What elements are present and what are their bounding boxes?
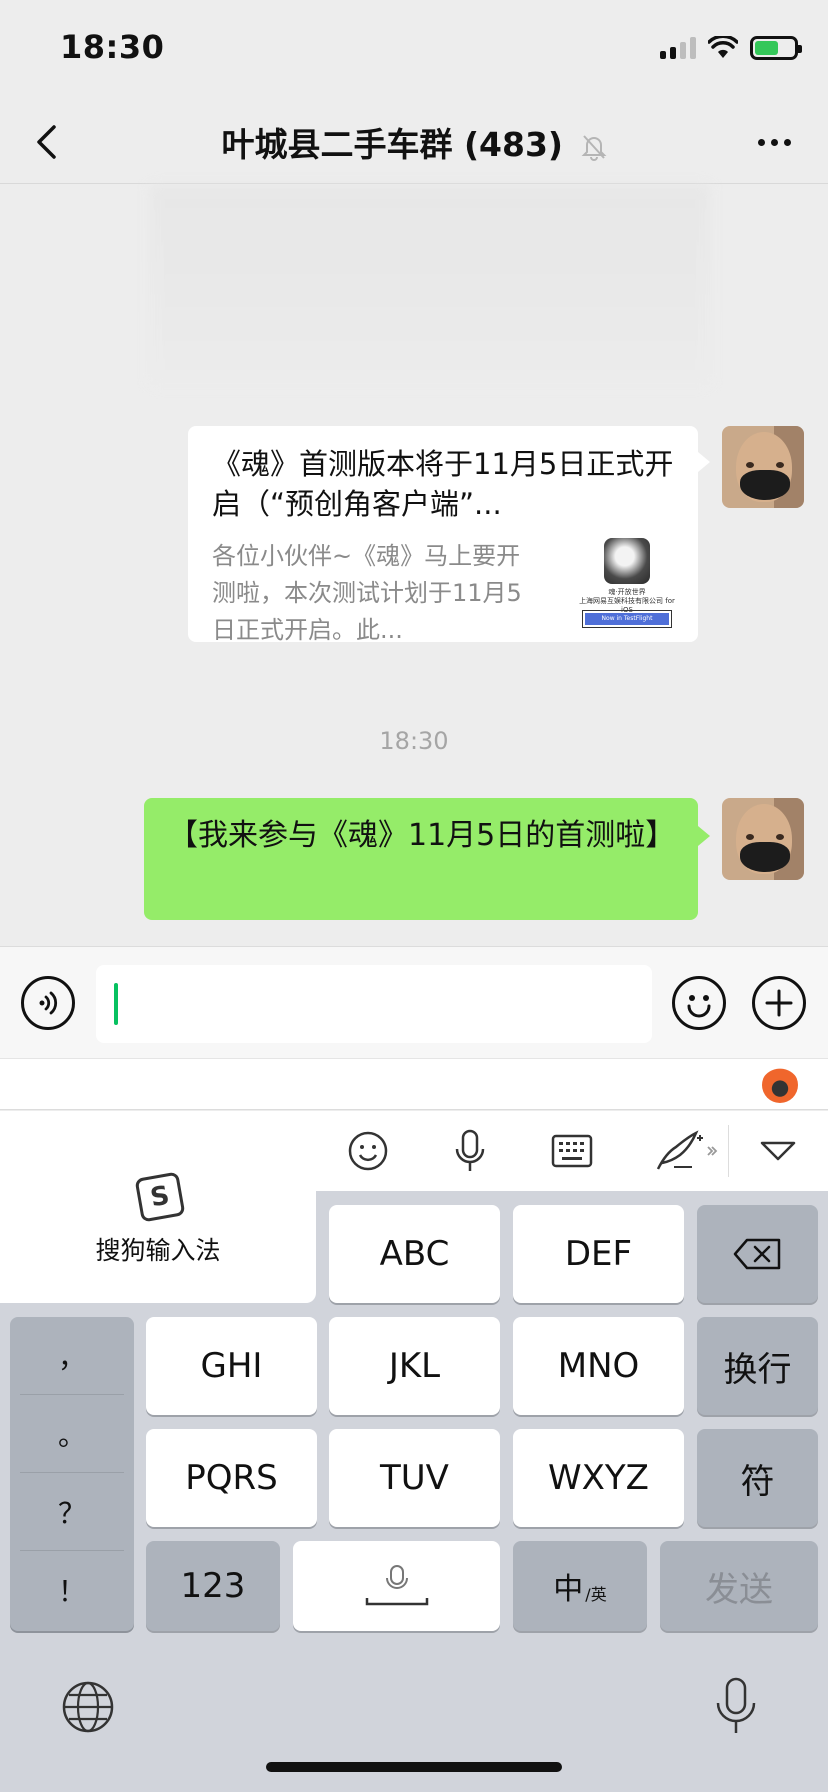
sogou-panel: S 搜狗输入法 bbox=[0, 1171, 316, 1303]
thumbnail-button: Now in TestFlight bbox=[582, 610, 672, 628]
voice-input-tool-button[interactable] bbox=[446, 1127, 494, 1175]
keyboard-toolbar bbox=[0, 1111, 828, 1191]
avatar[interactable] bbox=[722, 798, 804, 880]
link-card-message[interactable]: 《魂》首测版本将于11月5日正式开启（“预创角客户端”... 各位小伙伴~《魂》… bbox=[188, 426, 710, 644]
dictation-button[interactable] bbox=[714, 1677, 762, 1739]
more-button[interactable] bbox=[746, 118, 802, 166]
collapse-icon bbox=[760, 1141, 796, 1161]
more-dot bbox=[757, 138, 765, 146]
emoji-icon bbox=[348, 1131, 388, 1171]
avatar[interactable] bbox=[722, 426, 804, 508]
punct-key-period[interactable]: 。 bbox=[20, 1395, 124, 1473]
emoji-button[interactable] bbox=[672, 976, 726, 1030]
punct-key-question[interactable]: ？ bbox=[20, 1473, 124, 1551]
link-card-title: 《魂》首测版本将于11月5日正式开启（“预创角客户端”... bbox=[212, 447, 674, 521]
chat-title-text: 叶城县二手车群 (483) bbox=[221, 125, 564, 164]
globe-icon bbox=[62, 1681, 114, 1733]
blurred-message bbox=[150, 185, 710, 385]
symbols-key[interactable]: 符 bbox=[697, 1429, 818, 1527]
punct-key-exclamation[interactable]: ！ bbox=[20, 1551, 124, 1629]
message-input[interactable] bbox=[96, 965, 652, 1043]
key-abc[interactable]: ABC bbox=[329, 1205, 500, 1303]
key-wxyz[interactable]: WXYZ bbox=[513, 1429, 684, 1527]
toolbar-divider bbox=[728, 1125, 729, 1177]
message-timestamp: 18:30 bbox=[379, 727, 449, 755]
cellular-signal-icon bbox=[660, 37, 696, 59]
home-indicator[interactable] bbox=[266, 1762, 562, 1772]
plus-icon bbox=[765, 989, 793, 1017]
sogou-mascot-icon[interactable] bbox=[762, 1067, 798, 1103]
backspace-icon bbox=[733, 1238, 780, 1270]
nav-bar: 叶城县二手车群 (483) bbox=[0, 100, 828, 184]
link-card-description: 各位小伙伴~《魂》马上要开测啦，本次测试计划于11月5日正式开启。此... bbox=[212, 542, 522, 644]
game-logo-icon bbox=[604, 538, 650, 584]
emoji-tool-button[interactable] bbox=[344, 1127, 392, 1175]
status-time: 18:30 bbox=[60, 28, 165, 66]
ime-candidate-bar bbox=[0, 1058, 828, 1110]
key-mno[interactable]: MNO bbox=[513, 1317, 684, 1415]
send-key[interactable]: 发送 bbox=[660, 1541, 818, 1631]
text-caret bbox=[114, 983, 118, 1025]
globe-button[interactable] bbox=[60, 1679, 116, 1735]
keyboard-tool-button[interactable] bbox=[548, 1127, 596, 1175]
voice-icon bbox=[39, 991, 58, 1015]
lang-switch-key[interactable]: 中/英 bbox=[513, 1541, 647, 1631]
key-pqrs[interactable]: PQRS bbox=[146, 1429, 317, 1527]
more-dot bbox=[770, 138, 778, 146]
punctuation-column: ， 。 ？ ！ bbox=[10, 1317, 134, 1631]
status-icons bbox=[660, 36, 802, 60]
lang-zh-label: 中 bbox=[553, 1572, 584, 1607]
key-jkl[interactable]: JKL bbox=[329, 1317, 500, 1415]
handwriting-icon bbox=[656, 1130, 718, 1170]
key-tuv[interactable]: TUV bbox=[329, 1429, 500, 1527]
ime-name: 搜狗输入法 bbox=[95, 1236, 221, 1265]
voice-button[interactable] bbox=[21, 976, 75, 1030]
space-mic-icon bbox=[365, 1565, 428, 1606]
newline-key[interactable]: 换行 bbox=[697, 1317, 818, 1415]
sent-text-message[interactable]: 【我来参与《魂》11月5日的首测啦】 bbox=[144, 798, 710, 920]
bell-off-icon bbox=[581, 134, 606, 161]
input-bar bbox=[0, 946, 828, 1058]
keyboard-icon bbox=[551, 1134, 593, 1168]
key-def[interactable]: DEF bbox=[513, 1205, 684, 1303]
backspace-key[interactable] bbox=[697, 1205, 818, 1303]
key-ghi[interactable]: GHI bbox=[146, 1317, 317, 1415]
space-key[interactable] bbox=[293, 1541, 500, 1631]
numbers-key[interactable]: 123 bbox=[146, 1541, 280, 1631]
microphone-icon bbox=[716, 1677, 756, 1733]
emoji-icon bbox=[687, 995, 711, 1018]
wifi-icon bbox=[708, 36, 738, 58]
link-card-thumbnail: 魂·开放世界 上海网易互娱科技有限公司 for iOS Now in TestF… bbox=[576, 538, 678, 632]
keyboard: S 搜狗输入法 ABC DEF ， 。 ？ ！ GHI JKL MNO 换行 P… bbox=[0, 1171, 828, 1792]
handwriting-tool-button[interactable] bbox=[650, 1127, 720, 1175]
microphone-icon bbox=[455, 1129, 485, 1171]
battery-icon bbox=[750, 36, 802, 60]
plus-button[interactable] bbox=[752, 976, 806, 1030]
status-bar: 18:30 bbox=[0, 0, 828, 100]
sogou-logo-icon: S bbox=[134, 1171, 186, 1223]
chat-area[interactable]: 《魂》首测版本将于11月5日正式开启（“预创角客户端”... 各位小伙伴~《魂》… bbox=[0, 185, 828, 945]
punct-key-comma[interactable]: ， bbox=[20, 1317, 124, 1395]
more-dot bbox=[783, 138, 791, 146]
chat-title: 叶城县二手车群 (483) bbox=[0, 118, 828, 166]
lang-en-label: /英 bbox=[585, 1585, 607, 1604]
collapse-keyboard-button[interactable] bbox=[754, 1127, 802, 1175]
